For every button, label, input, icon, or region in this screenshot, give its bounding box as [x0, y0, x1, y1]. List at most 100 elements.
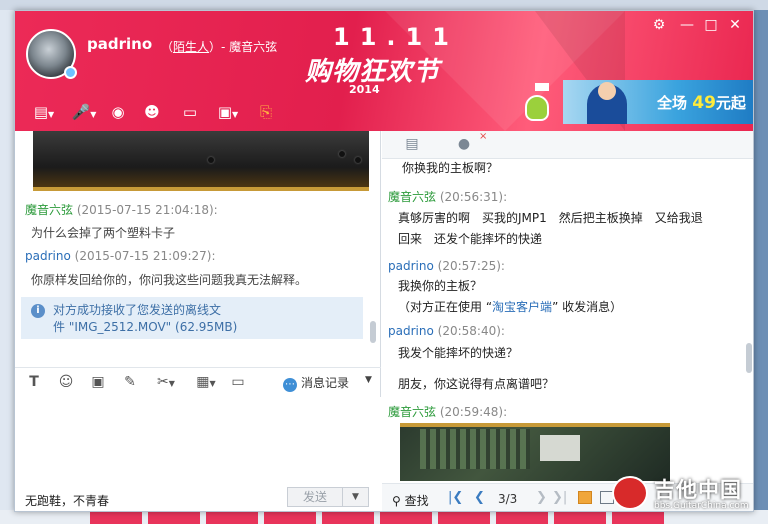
message-header: 魔音六弦 (2015-07-15 21:04:18):	[25, 201, 218, 218]
robot-mascot-icon[interactable]	[523, 83, 553, 123]
history-label: 消息记录	[301, 376, 350, 390]
message-text: 我换你的主板？ （对方正在使用 “淘宝客户端” 收发消息）	[398, 276, 622, 318]
promo-tile	[554, 512, 606, 524]
message-time: (20:56:31):	[439, 190, 508, 204]
message-time: (20:59:48):	[439, 405, 508, 419]
double-eleven-banner[interactable]: 11.11 购物狂欢节 2014	[305, 21, 449, 96]
search-icon: ⚲	[392, 494, 401, 508]
message-text: 真够厉害的啊 买我的JMP1 然后把主板换掉 又给我退 回来 还发个能摔坏的快递	[398, 208, 703, 250]
chat-bubble-icon[interactable]: ●	[454, 136, 474, 152]
side-tabs: ▤ ● ×	[382, 131, 753, 159]
minimize-icon[interactable]: —	[679, 17, 695, 33]
message-line: 回来 还发个能摔坏的快递	[398, 232, 543, 246]
message-text: 你换我的主板啊？	[402, 161, 499, 175]
contact-relation: （陌生人）- 魔音六弦	[161, 38, 277, 55]
client-note: （对方正在使用 “淘宝客户端” 收发消息）	[398, 297, 622, 318]
promo-tile	[380, 512, 432, 524]
find-label: 查找	[404, 494, 429, 508]
watermark-title: 吉他中国	[654, 478, 742, 502]
input-toolbar: T ☺ ▣ ✎ ✂▼ ▦▼ ▭ ⋯ 消息记录 ▼	[15, 367, 381, 395]
robot-body	[525, 95, 549, 121]
shared-photo[interactable]	[400, 423, 670, 481]
signature-text[interactable]: 无跑鞋，不青春	[25, 492, 109, 509]
add-contact-icon[interactable]: ☻	[141, 102, 163, 122]
relation-group: ）- 魔音六弦	[209, 40, 278, 54]
first-page-button[interactable]: |❮	[448, 490, 463, 505]
sender-name: 魔音六弦	[25, 203, 74, 217]
video-call-icon[interactable]: ◉	[107, 102, 129, 122]
ad-text: 全场 49元起	[657, 92, 746, 113]
screen-share-icon[interactable]: ▭	[179, 102, 201, 122]
info-icon: i	[31, 304, 45, 318]
close-tab-icon[interactable]: ×	[479, 131, 487, 142]
message-record-pane: ▤ ● × 你换我的主板啊？ 魔音六弦 (20:56:31): 真够厉害的啊 买…	[382, 131, 753, 511]
shared-photo[interactable]	[33, 131, 369, 191]
photo-detail	[540, 435, 580, 461]
ad-number: 49	[692, 93, 716, 113]
next-page-button[interactable]: ❯	[536, 490, 547, 505]
taobao-client-link[interactable]: 淘宝客户端	[492, 300, 552, 314]
sender-name: padrino	[388, 324, 434, 338]
message-header: 魔音六弦 (20:59:48):	[388, 403, 507, 420]
promo-tile	[496, 512, 548, 524]
message-history-button[interactable]: ⋯ 消息记录	[283, 374, 349, 392]
sender-name: padrino	[388, 259, 434, 273]
notice-line: 对方成功接收了您发送的离线文	[53, 303, 222, 317]
photo-detail	[339, 151, 345, 157]
voice-call-icon[interactable]: 🎤▼	[69, 102, 99, 122]
banner-eleven: 11.11	[333, 23, 459, 51]
image-icon[interactable]: ▣	[89, 374, 107, 390]
record-scrollbar[interactable]	[746, 343, 752, 373]
scissors-icon[interactable]: ✂▼	[151, 374, 181, 390]
promo-tile	[438, 512, 490, 524]
promo-tile	[264, 512, 316, 524]
stranger-link[interactable]: 陌生人	[173, 40, 209, 54]
contact-name[interactable]: padrino	[87, 35, 152, 53]
client-note-prefix: （对方正在使用 “	[398, 300, 493, 314]
relation-open: （	[161, 40, 174, 54]
remote-assist-icon[interactable]: ▣▼	[213, 102, 243, 122]
maximize-icon[interactable]: □	[703, 17, 719, 33]
compose-footer: 无跑鞋，不青春 发送 ▼	[15, 483, 381, 511]
message-input[interactable]	[15, 397, 381, 483]
message-time: (20:57:25):	[437, 259, 505, 273]
font-icon[interactable]: T	[25, 374, 43, 390]
photo-detail	[355, 157, 361, 163]
emoji-icon[interactable]: ☺	[57, 374, 75, 390]
desktop-top-strip	[0, 0, 768, 10]
banner-year: 2014	[349, 83, 380, 96]
folder-send-icon[interactable]: ▤▼	[29, 102, 59, 122]
contact-card-icon[interactable]: ▤	[402, 136, 422, 152]
history-scrollbar[interactable]	[370, 321, 376, 343]
ad-banner[interactable]: 全场 49元起	[563, 80, 753, 124]
find-button[interactable]: ⚲ 查找	[392, 492, 429, 509]
guitar-logo-icon	[612, 476, 648, 510]
prev-page-button[interactable]: ❮	[474, 490, 485, 505]
avatar[interactable]	[26, 29, 77, 79]
gear-icon[interactable]: ⚙	[651, 17, 667, 33]
sender-name: padrino	[25, 249, 71, 263]
photo-detail	[208, 157, 214, 163]
history-icon: ⋯	[283, 378, 297, 392]
notice-line: 件 "IMG_2512.MOV" (62.95MB)	[53, 320, 238, 334]
robot-flag	[535, 83, 549, 91]
chevron-down-icon[interactable]: ▼	[365, 375, 372, 385]
edit-icon[interactable]: ✎	[121, 374, 139, 390]
last-page-button[interactable]: ❯|	[552, 490, 567, 505]
file-transfer-icon[interactable]: ⎘	[255, 102, 277, 122]
message-time: (2015-07-15 21:09:27):	[74, 249, 216, 263]
table-icon[interactable]: ▦▼	[191, 374, 221, 390]
promo-tile	[322, 512, 374, 524]
site-watermark: 吉他中国 bbs.GuitarChina.com	[612, 474, 762, 514]
screenshot-icon[interactable]: ▭	[229, 374, 247, 390]
message-text: 我发个能摔坏的快递？	[398, 346, 519, 360]
send-button[interactable]: 发送	[287, 487, 343, 507]
ad-model-image	[587, 82, 627, 124]
send-options-button[interactable]: ▼	[343, 487, 369, 507]
calendar-icon[interactable]	[578, 491, 592, 504]
chat-header: padrino （陌生人）- 魔音六弦 11.11 购物狂欢节 2014 ⚙ —…	[15, 11, 753, 131]
promo-tile	[148, 512, 200, 524]
message-line: 我换你的主板？	[398, 279, 483, 293]
message-header: padrino (20:57:25):	[388, 259, 505, 273]
close-icon[interactable]: ✕	[727, 17, 743, 33]
